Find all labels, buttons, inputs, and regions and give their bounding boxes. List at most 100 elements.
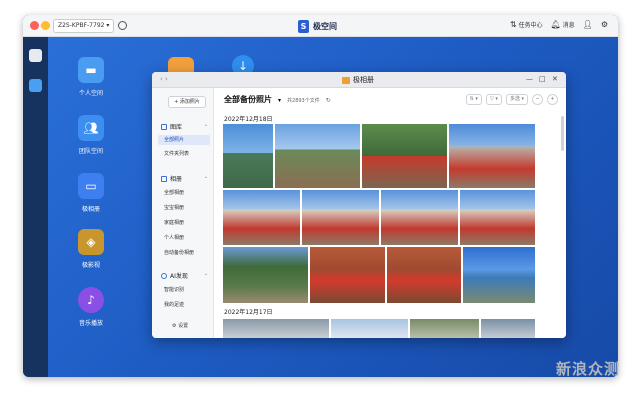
chevron-down-icon[interactable]: ⌄ (204, 122, 208, 128)
photo-thumbnail[interactable] (463, 247, 535, 303)
photo-album-dock-icon[interactable] (29, 79, 42, 92)
brand-name: 极空间 (313, 21, 337, 31)
sort-button[interactable]: ⇅ ▾ (465, 94, 482, 105)
brand: S 极空间 (298, 19, 337, 33)
photo-thumbnail[interactable] (223, 124, 273, 188)
app-label: 音乐播放 (78, 320, 103, 327)
app-video[interactable]: ◈ 极影视 (66, 229, 116, 269)
window-title: 极相册 (342, 75, 374, 85)
app-label: 个人空间 (78, 90, 103, 97)
watermark: 新浪众测 (556, 360, 621, 378)
settings-button[interactable]: ⚙ 设置 (172, 322, 188, 329)
app-music[interactable]: ♪ 音乐播放 (66, 287, 116, 327)
globe-icon[interactable] (118, 21, 127, 30)
ai-icon (161, 272, 167, 279)
photo-thumbnail[interactable] (387, 247, 461, 303)
messages-button[interactable]: 🔔︎ 消息 (551, 20, 575, 29)
chevron-down-icon[interactable]: ⌄ (204, 174, 208, 180)
photos-sidebar: + 添加照片 图库 ⌄ 全部照片 文件夹列表 相册 ⌄ 全部相册 宝宝相册 家庭… (152, 88, 214, 338)
toolbar: ⇅ ▾ ▽ ▾ 多选 ▾ − + (465, 94, 558, 105)
sidebar-item-baby-album[interactable]: 宝宝相册 (164, 204, 184, 211)
dock-sidebar (23, 37, 48, 377)
app-team-space[interactable]: 👥︎ 团队空间 (66, 115, 116, 155)
ai-header[interactable]: AI发现 (161, 271, 188, 280)
sidebar-item-family-album[interactable]: 家庭相册 (164, 219, 184, 226)
sidebar-item-all-photos[interactable]: 全部照片 (158, 135, 210, 145)
ai-header-label: AI发现 (170, 273, 188, 280)
chevron-down-icon[interactable]: ⌄ (204, 271, 208, 277)
app-grid-icon[interactable] (29, 49, 42, 62)
photo-thumbnail[interactable] (381, 190, 458, 245)
photo-thumbnail[interactable] (302, 190, 379, 245)
sidebar-item-smart-recognition[interactable]: 智能识别 (164, 286, 184, 293)
multi-select-label: 多选 (509, 96, 520, 102)
brand-logo-icon: S (298, 19, 309, 33)
close-icon[interactable]: ✕ (552, 75, 558, 83)
photos-main: 全部备份照片 ▾ 共2893个文件 ↻ ⇅ ▾ ▽ ▾ 多选 ▾ − + 202… (214, 88, 566, 338)
albums-icon (161, 175, 167, 182)
refresh-icon[interactable]: ↻ (326, 97, 331, 104)
sidebar-item-folders[interactable]: 文件夹列表 (164, 150, 189, 157)
app-photos[interactable]: ▭ 极相册 (66, 173, 116, 213)
photo-thumbnail[interactable] (310, 247, 385, 303)
window-title-label: 极相册 (353, 76, 374, 84)
multi-select-button[interactable]: 多选 ▾ (505, 94, 528, 105)
photo-thumbnail[interactable] (331, 319, 408, 338)
minimize-icon[interactable]: — (526, 75, 533, 83)
bell-icon: 🔔︎ (550, 20, 561, 29)
back-icon[interactable]: ‹ › (160, 75, 168, 83)
user-icon[interactable]: 👤︎ (583, 20, 593, 29)
top-right-actions: ⇅ 任务中心 🔔︎ 消息 👤︎ ⚙ (510, 20, 608, 29)
transfer-icon: ⇅ (509, 20, 517, 29)
photo-thumbnail[interactable] (410, 319, 479, 338)
task-center-label: 任务中心 (518, 22, 543, 29)
sidebar-item-all-albums[interactable]: 全部相册 (164, 189, 184, 196)
task-center-button[interactable]: ⇅ 任务中心 (510, 20, 543, 29)
maximize-icon[interactable]: □ (539, 75, 546, 83)
sidebar-item-auto-backup-album[interactable]: 自动备份相册 (164, 249, 194, 256)
add-photos-button[interactable]: + 添加照片 (168, 96, 206, 108)
photo-thumbnail[interactable] (481, 319, 535, 338)
app-label: 极影视 (81, 262, 100, 269)
zoom-out-icon[interactable]: − (532, 94, 543, 105)
main-header: 全部备份照片 ▾ 共2893个文件 ↻ (224, 94, 331, 105)
sidebar-item-my-footprints[interactable]: 我的足迹 (164, 301, 184, 308)
messages-label: 消息 (562, 22, 575, 29)
albums-header-label: 相册 (170, 176, 183, 183)
album-app-icon (342, 76, 350, 84)
minimize-window-button[interactable] (41, 21, 50, 30)
photo-thumbnail[interactable] (223, 319, 329, 338)
photo-thumbnail[interactable] (362, 124, 447, 188)
photos-window-titlebar[interactable]: ‹ › 极相册 — □ ✕ (152, 72, 566, 88)
photo-thumbnail[interactable] (275, 124, 360, 188)
main-title[interactable]: 全部备份照片 (224, 94, 272, 105)
chevron-down-icon[interactable]: ▾ (278, 97, 281, 104)
albums-header[interactable]: 相册 (161, 174, 182, 183)
sidebar-item-personal-album[interactable]: 个人相册 (164, 234, 184, 241)
library-header-label: 图库 (170, 124, 183, 131)
gear-icon: ⚙ (172, 323, 177, 329)
team-folder-icon: 👥︎ (78, 115, 104, 141)
app-label: 团队空间 (78, 148, 103, 155)
filter-button[interactable]: ▽ ▾ (485, 94, 502, 105)
music-icon: ♪ (78, 287, 104, 313)
device-name: Z2S-KPBF-7792 (58, 22, 105, 29)
photos-window: ‹ › 极相册 — □ ✕ + 添加照片 图库 ⌄ 全部照片 文件夹列表 相册 … (152, 72, 566, 338)
app-label: 极相册 (81, 206, 100, 213)
photo-thumbnail[interactable] (460, 190, 535, 245)
gear-icon[interactable]: ⚙ (601, 20, 608, 29)
photo-thumbnail[interactable] (223, 190, 300, 245)
settings-label: 设置 (178, 323, 189, 329)
add-photos-label: 添加照片 (179, 99, 200, 105)
date-group-label: 2022年12月18日 (224, 116, 273, 123)
scrollbar[interactable] (561, 116, 564, 151)
photo-thumbnail[interactable] (449, 124, 535, 188)
library-header[interactable]: 图库 (161, 122, 182, 131)
photo-thumbnail[interactable] (223, 247, 308, 303)
device-selector[interactable]: Z2S-KPBF-7792 ▾ (53, 19, 115, 33)
top-bar: Z2S-KPBF-7792 ▾ S 极空间 ⇅ 任务中心 🔔︎ 消息 👤︎ ⚙ (23, 15, 618, 37)
close-window-button[interactable] (30, 21, 39, 30)
zoom-in-icon[interactable]: + (547, 94, 558, 105)
app-personal-space[interactable]: ▬ 个人空间 (66, 57, 116, 97)
library-icon (161, 123, 167, 130)
